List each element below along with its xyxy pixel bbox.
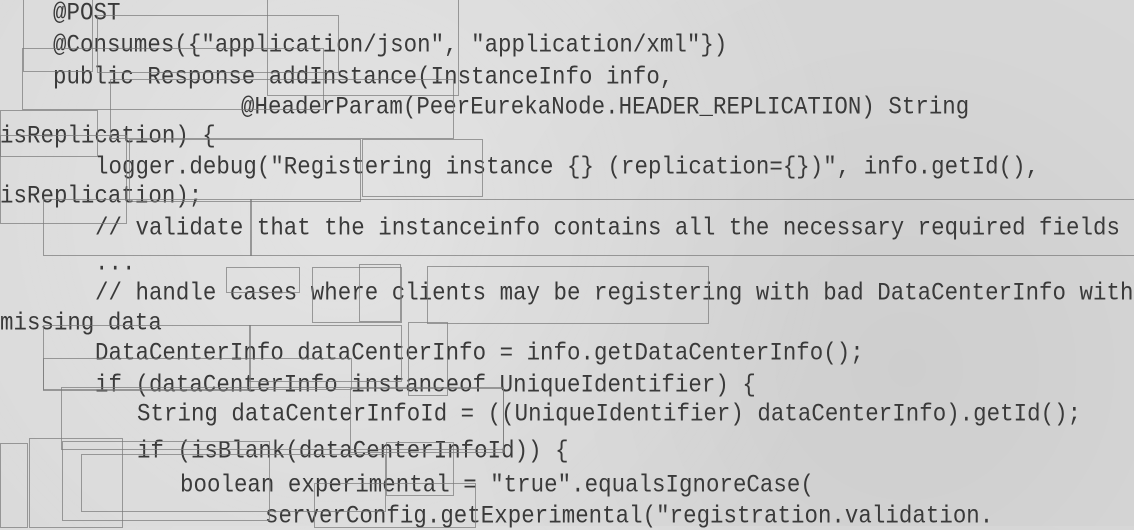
code-line-annotation-post: @POST bbox=[53, 0, 121, 28]
code-line-if-instanceof: if (dataCenterInfo instanceof UniqueIden… bbox=[95, 370, 756, 400]
code-line-logger-debug: logger.debug("Registering instance {} (r… bbox=[95, 152, 1040, 182]
code-line-is-replication: isReplication) { bbox=[0, 121, 216, 151]
code-line-validate-comment: // validate that the instanceinfo contai… bbox=[95, 213, 1120, 243]
overlay-box bbox=[29, 438, 123, 528]
code-line-string-id: String dataCenterInfoId = ((UniqueIdenti… bbox=[137, 399, 1082, 429]
code-line-missing-data: missing data bbox=[0, 308, 162, 338]
code-line-if-isblank: if (isBlank(dataCenterInfoId)) { bbox=[137, 436, 569, 466]
overlay-box bbox=[0, 443, 28, 528]
code-line-header-param: @HeaderParam(PeerEurekaNode.HEADER_REPLI… bbox=[241, 92, 970, 122]
code-line-datacenterinfo: DataCenterInfo dataCenterInfo = info.get… bbox=[95, 338, 864, 368]
code-line-ellipsis: ... bbox=[95, 248, 136, 278]
code-line-is-replication-end: isReplication); bbox=[0, 181, 203, 211]
code-line-method-signature: public Response addInstance(InstanceInfo… bbox=[53, 62, 674, 92]
code-line-handle-comment: // handle cases where clients may be reg… bbox=[95, 278, 1134, 308]
code-line-consumes: @Consumes({"application/json", "applicat… bbox=[53, 30, 728, 60]
code-line-boolean-experimental: boolean experimental = "true".equalsIgno… bbox=[180, 470, 814, 500]
